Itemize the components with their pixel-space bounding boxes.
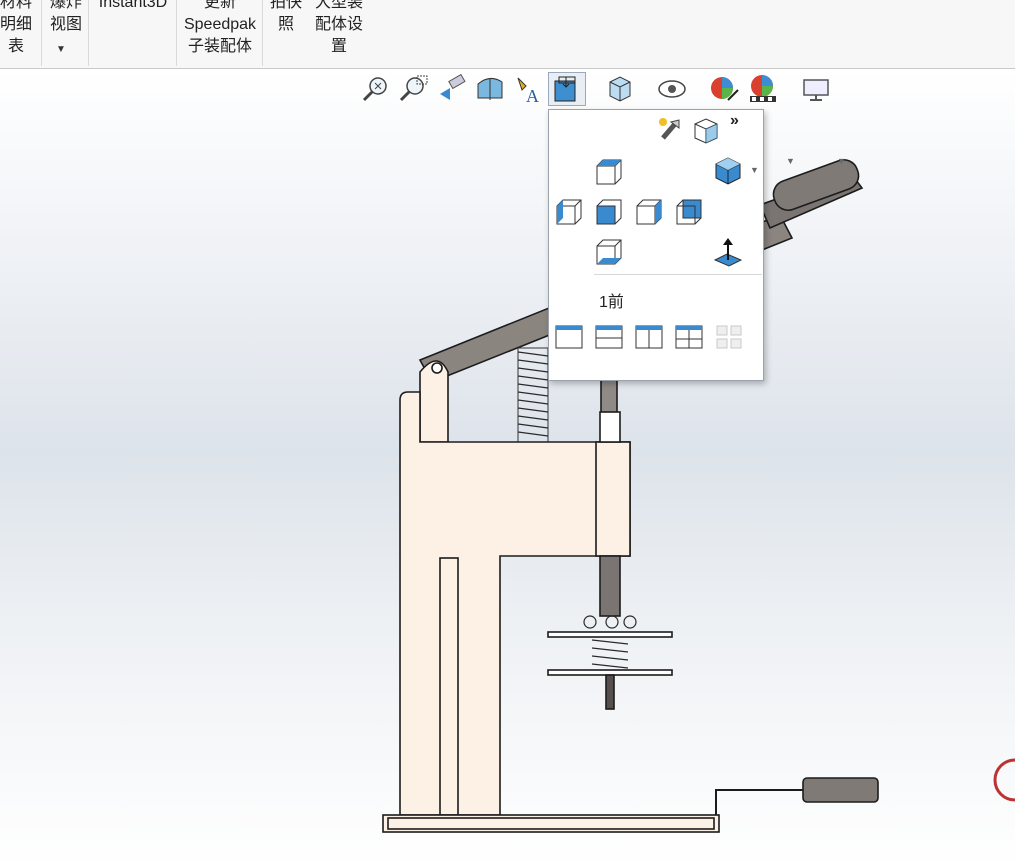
zoom-to-fit-icon[interactable] <box>360 72 392 106</box>
svg-text:A: A <box>526 86 539 106</box>
crank-handle <box>802 777 879 803</box>
zoom-area-icon[interactable] <box>397 72 429 106</box>
isometric-view-icon[interactable] <box>711 154 745 188</box>
current-view-label: 1前 <box>599 294 624 311</box>
apply-scene-icon[interactable] <box>748 72 780 106</box>
chevron-down-icon[interactable]: ▼ <box>786 156 795 166</box>
single-view-icon[interactable] <box>551 320 585 354</box>
link-views-icon <box>711 320 745 354</box>
popup-divider <box>594 274 762 275</box>
chevron-down-icon[interactable]: ▼ <box>750 165 759 175</box>
four-view-icon[interactable] <box>671 320 705 354</box>
assembly-model[interactable] <box>0 0 1015 868</box>
front-view-icon[interactable] <box>591 194 625 228</box>
previous-view-icon[interactable] <box>436 72 468 106</box>
view-selector-icon[interactable] <box>689 114 723 148</box>
hide-show-icon[interactable] <box>656 72 688 106</box>
left-view-icon[interactable] <box>551 194 585 228</box>
more-options-icon[interactable]: » <box>730 112 739 130</box>
edit-appearance-icon[interactable] <box>708 72 740 106</box>
normal-to-icon[interactable] <box>711 234 745 268</box>
two-view-vertical-icon[interactable] <box>631 320 665 354</box>
view-orientation-icon[interactable] <box>548 72 586 106</box>
right-view-icon[interactable] <box>631 194 665 228</box>
dynamic-annotation-icon[interactable]: A <box>512 72 544 106</box>
chevron-down-icon[interactable]: ▼ <box>837 156 846 166</box>
display-style-icon[interactable] <box>604 72 636 106</box>
two-view-horizontal-icon[interactable] <box>591 320 625 354</box>
section-view-icon[interactable] <box>474 72 506 106</box>
new-view-icon[interactable] <box>653 114 687 148</box>
view-settings-icon[interactable] <box>800 72 832 106</box>
view-orientation-popup: » ▼ 1前 <box>548 109 764 381</box>
bottom-view-icon[interactable] <box>591 234 625 268</box>
top-view-icon[interactable] <box>591 154 625 188</box>
back-view-icon[interactable] <box>671 194 705 228</box>
